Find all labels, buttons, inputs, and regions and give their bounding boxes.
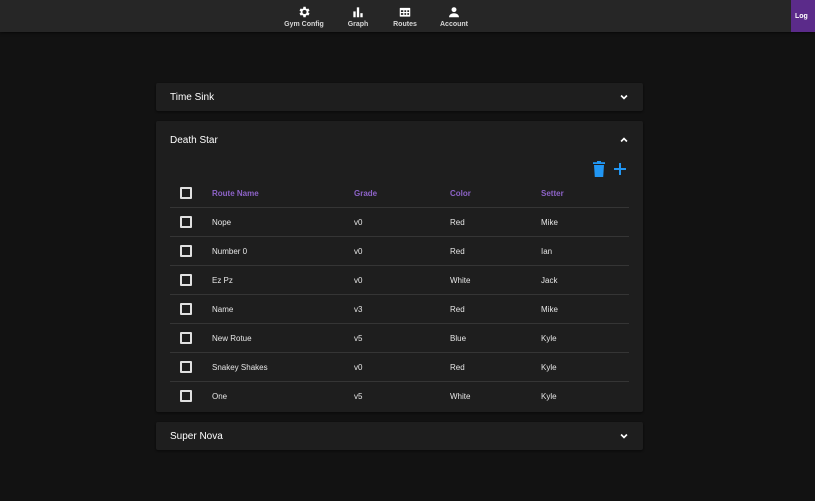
setter-cell: Kyle <box>541 391 557 401</box>
row-checkbox[interactable] <box>180 390 192 402</box>
row-checkbox-cell <box>170 236 212 266</box>
accordion-death-star: Death Star Route Name Grade Color Setter <box>156 121 643 412</box>
table-header-row: Route Name Grade Color Setter <box>170 179 629 208</box>
row-checkbox[interactable] <box>180 303 192 315</box>
chevron-down-icon <box>620 94 628 100</box>
color-cell: White <box>450 265 541 295</box>
row-checkbox-cell <box>170 352 212 382</box>
color-cell: Blue <box>450 323 541 353</box>
table-row[interactable]: Number 0 v0 Red Ian <box>170 236 629 266</box>
row-checkbox-cell <box>170 207 212 237</box>
setter-cell: Kyle <box>541 323 629 353</box>
row-checkbox[interactable] <box>180 245 192 257</box>
table-row[interactable]: One v5 White Kyle <box>170 382 629 411</box>
add-icon[interactable] <box>613 162 627 176</box>
chevron-down-icon <box>620 433 628 439</box>
chevron-up-icon <box>620 137 628 143</box>
column-header-color[interactable]: Color <box>450 179 541 208</box>
color-cell: Red <box>450 236 541 266</box>
nav-graph[interactable]: Graph <box>344 0 372 32</box>
row-checkbox[interactable] <box>180 361 192 373</box>
route-name-cell: Name <box>212 294 354 324</box>
panel-title: Time Sink <box>170 91 215 103</box>
accordion-header-time-sink[interactable]: Time Sink <box>156 83 643 111</box>
color-cell: White <box>450 391 471 401</box>
panel-title: Super Nova <box>170 430 223 442</box>
routes-table: Route Name Grade Color Setter Nope v0 Re… <box>170 179 629 410</box>
grade-cell: v5 <box>354 391 363 401</box>
table-row[interactable]: Snakey Shakes v0 Red Kyle <box>170 352 629 382</box>
row-checkbox-cell <box>170 294 212 324</box>
table-row[interactable]: New Rotue v5 Blue Kyle <box>170 323 629 353</box>
grade-cell: v0 <box>354 352 450 382</box>
setter-cell: Ian <box>541 236 629 266</box>
nav-label: Graph <box>347 20 369 28</box>
route-name-cell: Snakey Shakes <box>212 352 354 382</box>
row-checkbox-cell <box>170 323 212 353</box>
trash-icon[interactable] <box>593 161 605 177</box>
nav-label: Account <box>440 20 468 28</box>
accordion-super-nova: Super Nova <box>156 422 643 450</box>
bar-chart-icon <box>353 6 363 17</box>
setter-cell: Jack <box>541 265 629 295</box>
row-checkbox[interactable] <box>180 216 192 228</box>
nav-label: Routes <box>393 20 417 28</box>
route-name-cell: Number 0 <box>212 236 354 266</box>
routes-icon <box>399 7 411 17</box>
color-cell: Red <box>450 207 541 237</box>
select-all-checkbox[interactable] <box>180 187 192 199</box>
setter-cell: Kyle <box>541 352 629 382</box>
row-checkbox[interactable] <box>180 274 192 286</box>
row-checkbox-cell <box>170 382 212 411</box>
row-checkbox-cell <box>170 265 212 295</box>
table-row[interactable]: Nope v0 Red Mike <box>170 207 629 237</box>
grade-cell: v0 <box>354 265 450 295</box>
route-name-cell: New Rotue <box>212 323 354 353</box>
color-cell: Red <box>450 294 541 324</box>
setter-cell: Mike <box>541 294 629 324</box>
nav-label: Gym Config <box>284 20 324 28</box>
panel-title: Death Star <box>170 134 218 146</box>
row-checkbox[interactable] <box>180 332 192 344</box>
nav-routes[interactable]: Routes <box>389 0 421 32</box>
table-row[interactable]: Ez Pz v0 White Jack <box>170 265 629 295</box>
gear-icon <box>299 6 310 17</box>
setter-cell: Mike <box>541 207 629 237</box>
route-name-cell: Nope <box>212 207 354 237</box>
grade-cell: v0 <box>354 236 450 266</box>
nav-account[interactable]: Account <box>437 0 471 32</box>
column-header-grade[interactable]: Grade <box>354 179 450 208</box>
nav-gym-config[interactable]: Gym Config <box>282 0 326 32</box>
table-actions <box>593 161 627 177</box>
grade-cell: v3 <box>354 294 450 324</box>
top-nav-bar: Gym Config Graph Routes Account Log <box>0 0 815 32</box>
column-header-setter[interactable]: Setter <box>541 179 629 208</box>
grade-cell: v5 <box>354 323 450 353</box>
person-icon <box>449 6 459 17</box>
login-button[interactable]: Log <box>791 0 815 32</box>
accordion-header-death-star[interactable]: Death Star <box>156 121 643 159</box>
route-name-cell: One <box>212 391 228 401</box>
grade-cell: v0 <box>354 207 450 237</box>
select-all-cell <box>170 179 212 208</box>
accordion-header-super-nova[interactable]: Super Nova <box>156 422 643 450</box>
column-header-route-name[interactable]: Route Name <box>212 179 354 208</box>
route-name-cell: Ez Pz <box>212 265 354 295</box>
color-cell: Red <box>450 352 541 382</box>
accordion-time-sink: Time Sink <box>156 83 643 111</box>
table-row[interactable]: Name v3 Red Mike <box>170 294 629 324</box>
